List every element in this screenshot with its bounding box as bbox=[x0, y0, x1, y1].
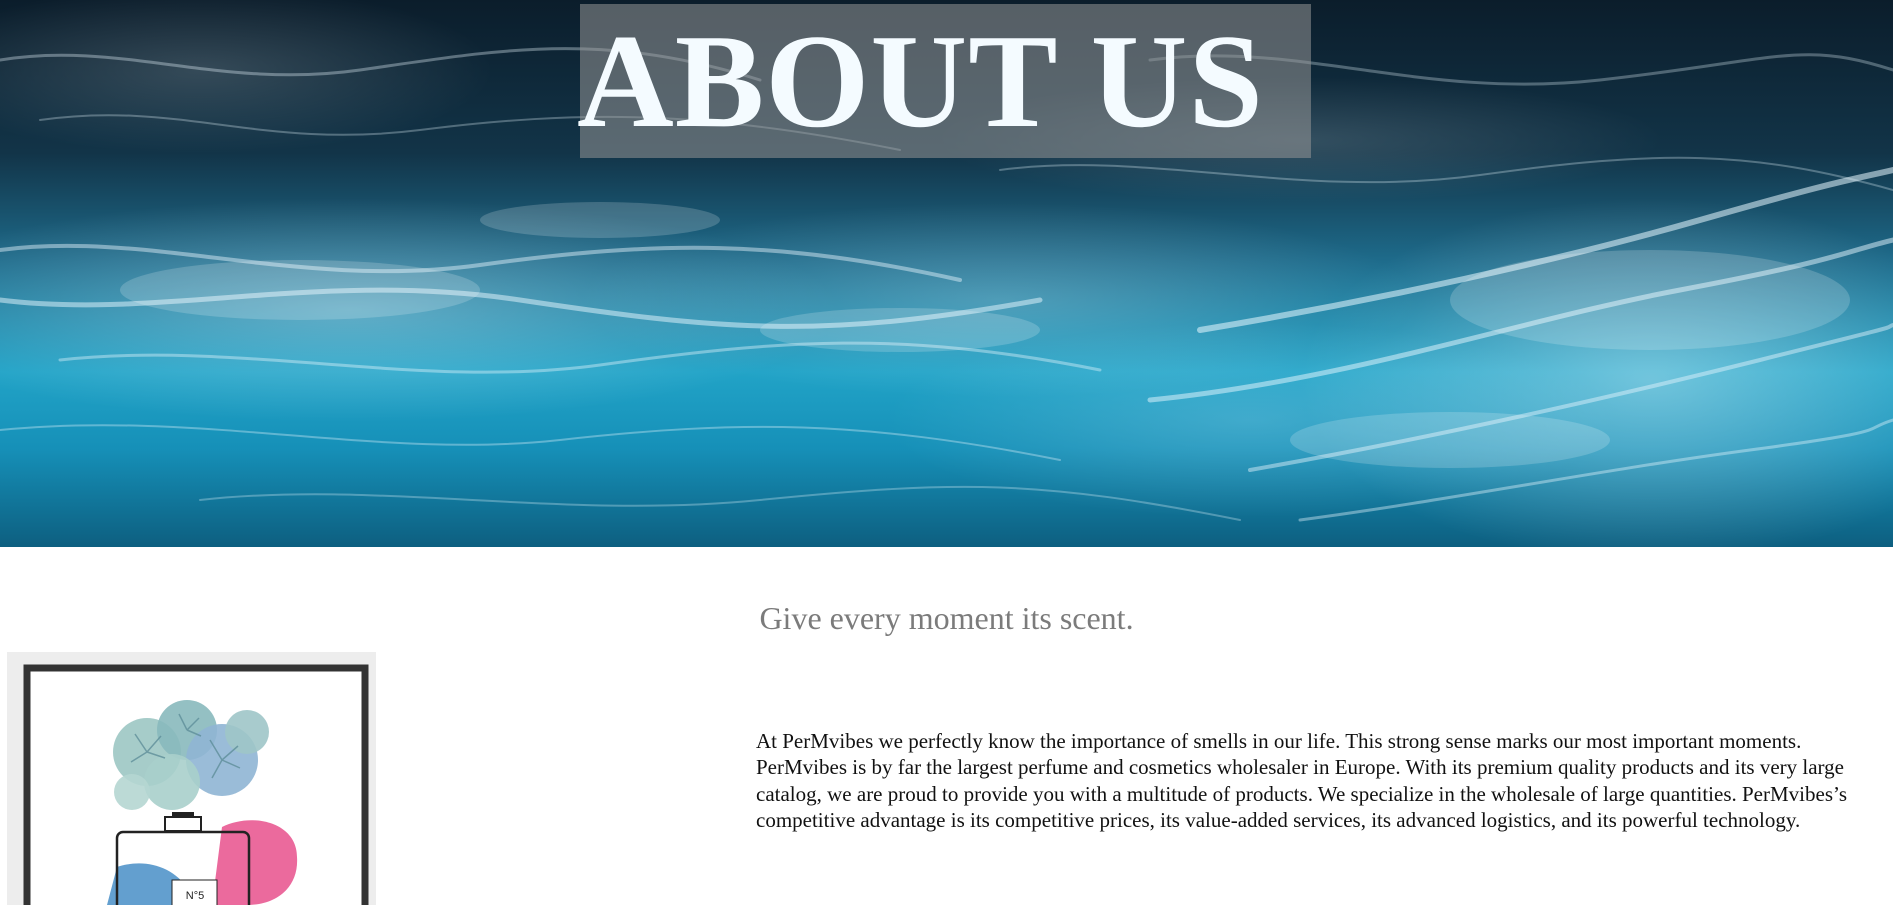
perfume-poster-image: N°5 bbox=[7, 652, 376, 905]
hero-banner: ABOUT US bbox=[0, 0, 1893, 547]
page-title: ABOUT US bbox=[577, 7, 1264, 155]
tagline: Give every moment its scent. bbox=[759, 600, 1134, 636]
bottle-label: N°5 bbox=[186, 890, 204, 902]
about-paragraph: At PerMvibes we perfectly know the impor… bbox=[756, 729, 1847, 832]
